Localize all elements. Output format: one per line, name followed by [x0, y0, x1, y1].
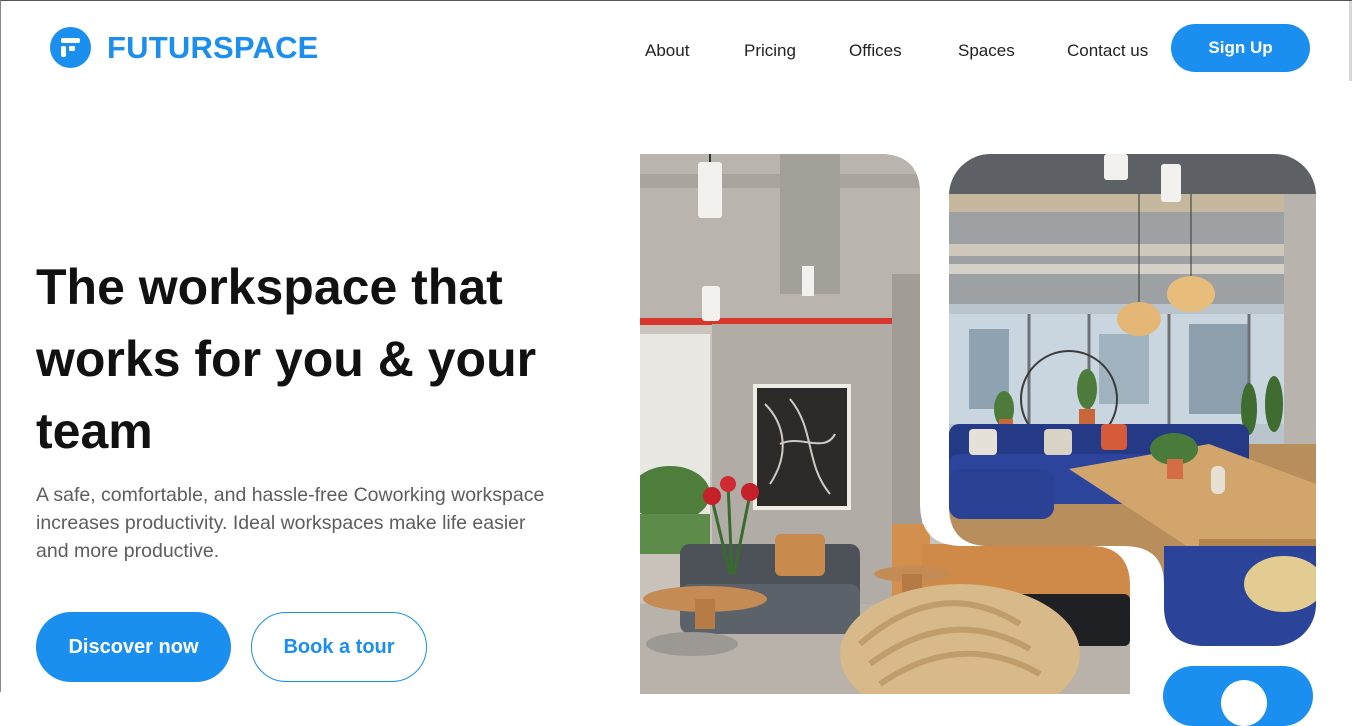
nav-about[interactable]: About — [645, 41, 689, 61]
nav-offices[interactable]: Offices — [849, 41, 902, 61]
book-a-tour-button[interactable]: Book a tour — [251, 612, 427, 682]
nav-pricing[interactable]: Pricing — [744, 41, 796, 61]
floating-action-button[interactable] — [1163, 666, 1313, 726]
nav-spaces[interactable]: Spaces — [958, 41, 1015, 61]
circle-icon — [1221, 680, 1267, 726]
hero-subtitle: A safe, comfortable, and hassle-free Cow… — [36, 484, 545, 562]
hero-headline: The workspace that works for you & your … — [36, 259, 537, 459]
sign-up-button[interactable]: Sign Up — [1171, 24, 1310, 72]
nav-contact-us[interactable]: Contact us — [1067, 41, 1148, 61]
main-navigation: About Pricing Offices Spaces Contact us — [1, 41, 1352, 61]
discover-now-button[interactable]: Discover now — [36, 612, 231, 682]
